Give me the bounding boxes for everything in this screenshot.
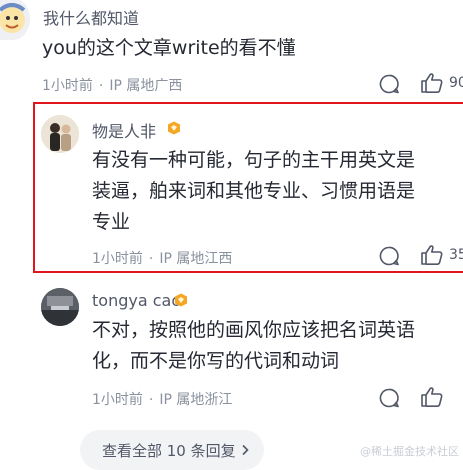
- cartoon-avatar-image: [0, 3, 26, 33]
- comment-text: 有没有一种可能，句子的主干用英文是 装逼，舶来词和其他专业、习惯用语是 专业: [92, 145, 462, 238]
- like-count: 90: [449, 75, 463, 91]
- comment-ip-location: IP 属地江西: [159, 251, 233, 267]
- level-badge-icon: [175, 293, 187, 307]
- comment-username[interactable]: 物是人非: [92, 118, 156, 142]
- level-badge-icon: [168, 121, 180, 135]
- photo-avatar-image: [41, 115, 79, 153]
- comment-ip-location: IP 属地广西: [109, 78, 183, 94]
- avatar[interactable]: [41, 288, 79, 326]
- thumbs-up-icon[interactable]: [420, 386, 444, 408]
- comment-text-line: 化，而不是你写的代词和动词: [92, 350, 340, 372]
- separator-dot: ·: [148, 392, 154, 408]
- comment-username[interactable]: tongya cao: [92, 291, 181, 310]
- comment-meta: 1小时前 · IP 属地江西: [92, 248, 232, 268]
- photo-avatar-image: [41, 288, 79, 326]
- comment-text: 不对，按照他的画风你应该把名词英语 化，而不是你写的代词和动词: [92, 315, 462, 377]
- thumbs-up-icon[interactable]: [420, 72, 444, 94]
- separator-dot: ·: [98, 78, 104, 94]
- avatar[interactable]: [41, 115, 79, 153]
- separator-dot: ·: [148, 251, 154, 267]
- comment-text-line: 有没有一种可能，句子的主干用英文是: [92, 149, 416, 171]
- chevron-right-icon: [242, 444, 249, 456]
- comment-ip-location: IP 属地浙江: [159, 392, 233, 408]
- view-all-replies-label: 查看全部 10 条回复: [102, 442, 236, 460]
- like-count: 35: [449, 247, 463, 263]
- comment-bubble-icon[interactable]: [378, 387, 400, 409]
- comment-meta: 1小时前 · IP 属地浙江: [92, 389, 232, 409]
- avatar[interactable]: [0, 0, 30, 40]
- comment-text: you的这个文章write的看不懂: [42, 37, 296, 59]
- view-all-replies-button[interactable]: 查看全部 10 条回复: [80, 430, 264, 470]
- watermark: @稀土掘金技术社区: [360, 445, 459, 458]
- comment-meta: 1小时前 · IP 属地广西: [42, 75, 182, 95]
- comment-username[interactable]: 我什么都知道: [43, 5, 139, 29]
- comment-time: 1小时前: [92, 251, 143, 267]
- comment-text-line: 不对，按照他的画风你应该把名词英语: [92, 319, 416, 341]
- comment-text-line: 专业: [92, 211, 131, 233]
- comment-bubble-icon[interactable]: [378, 73, 400, 95]
- comment-time: 1小时前: [42, 78, 93, 94]
- comment-time: 1小时前: [92, 392, 143, 408]
- thumbs-up-icon[interactable]: [420, 244, 444, 266]
- comment-text-line: 装逼，舶来词和其他专业、习惯用语是: [92, 180, 416, 202]
- comment-bubble-icon[interactable]: [378, 245, 400, 267]
